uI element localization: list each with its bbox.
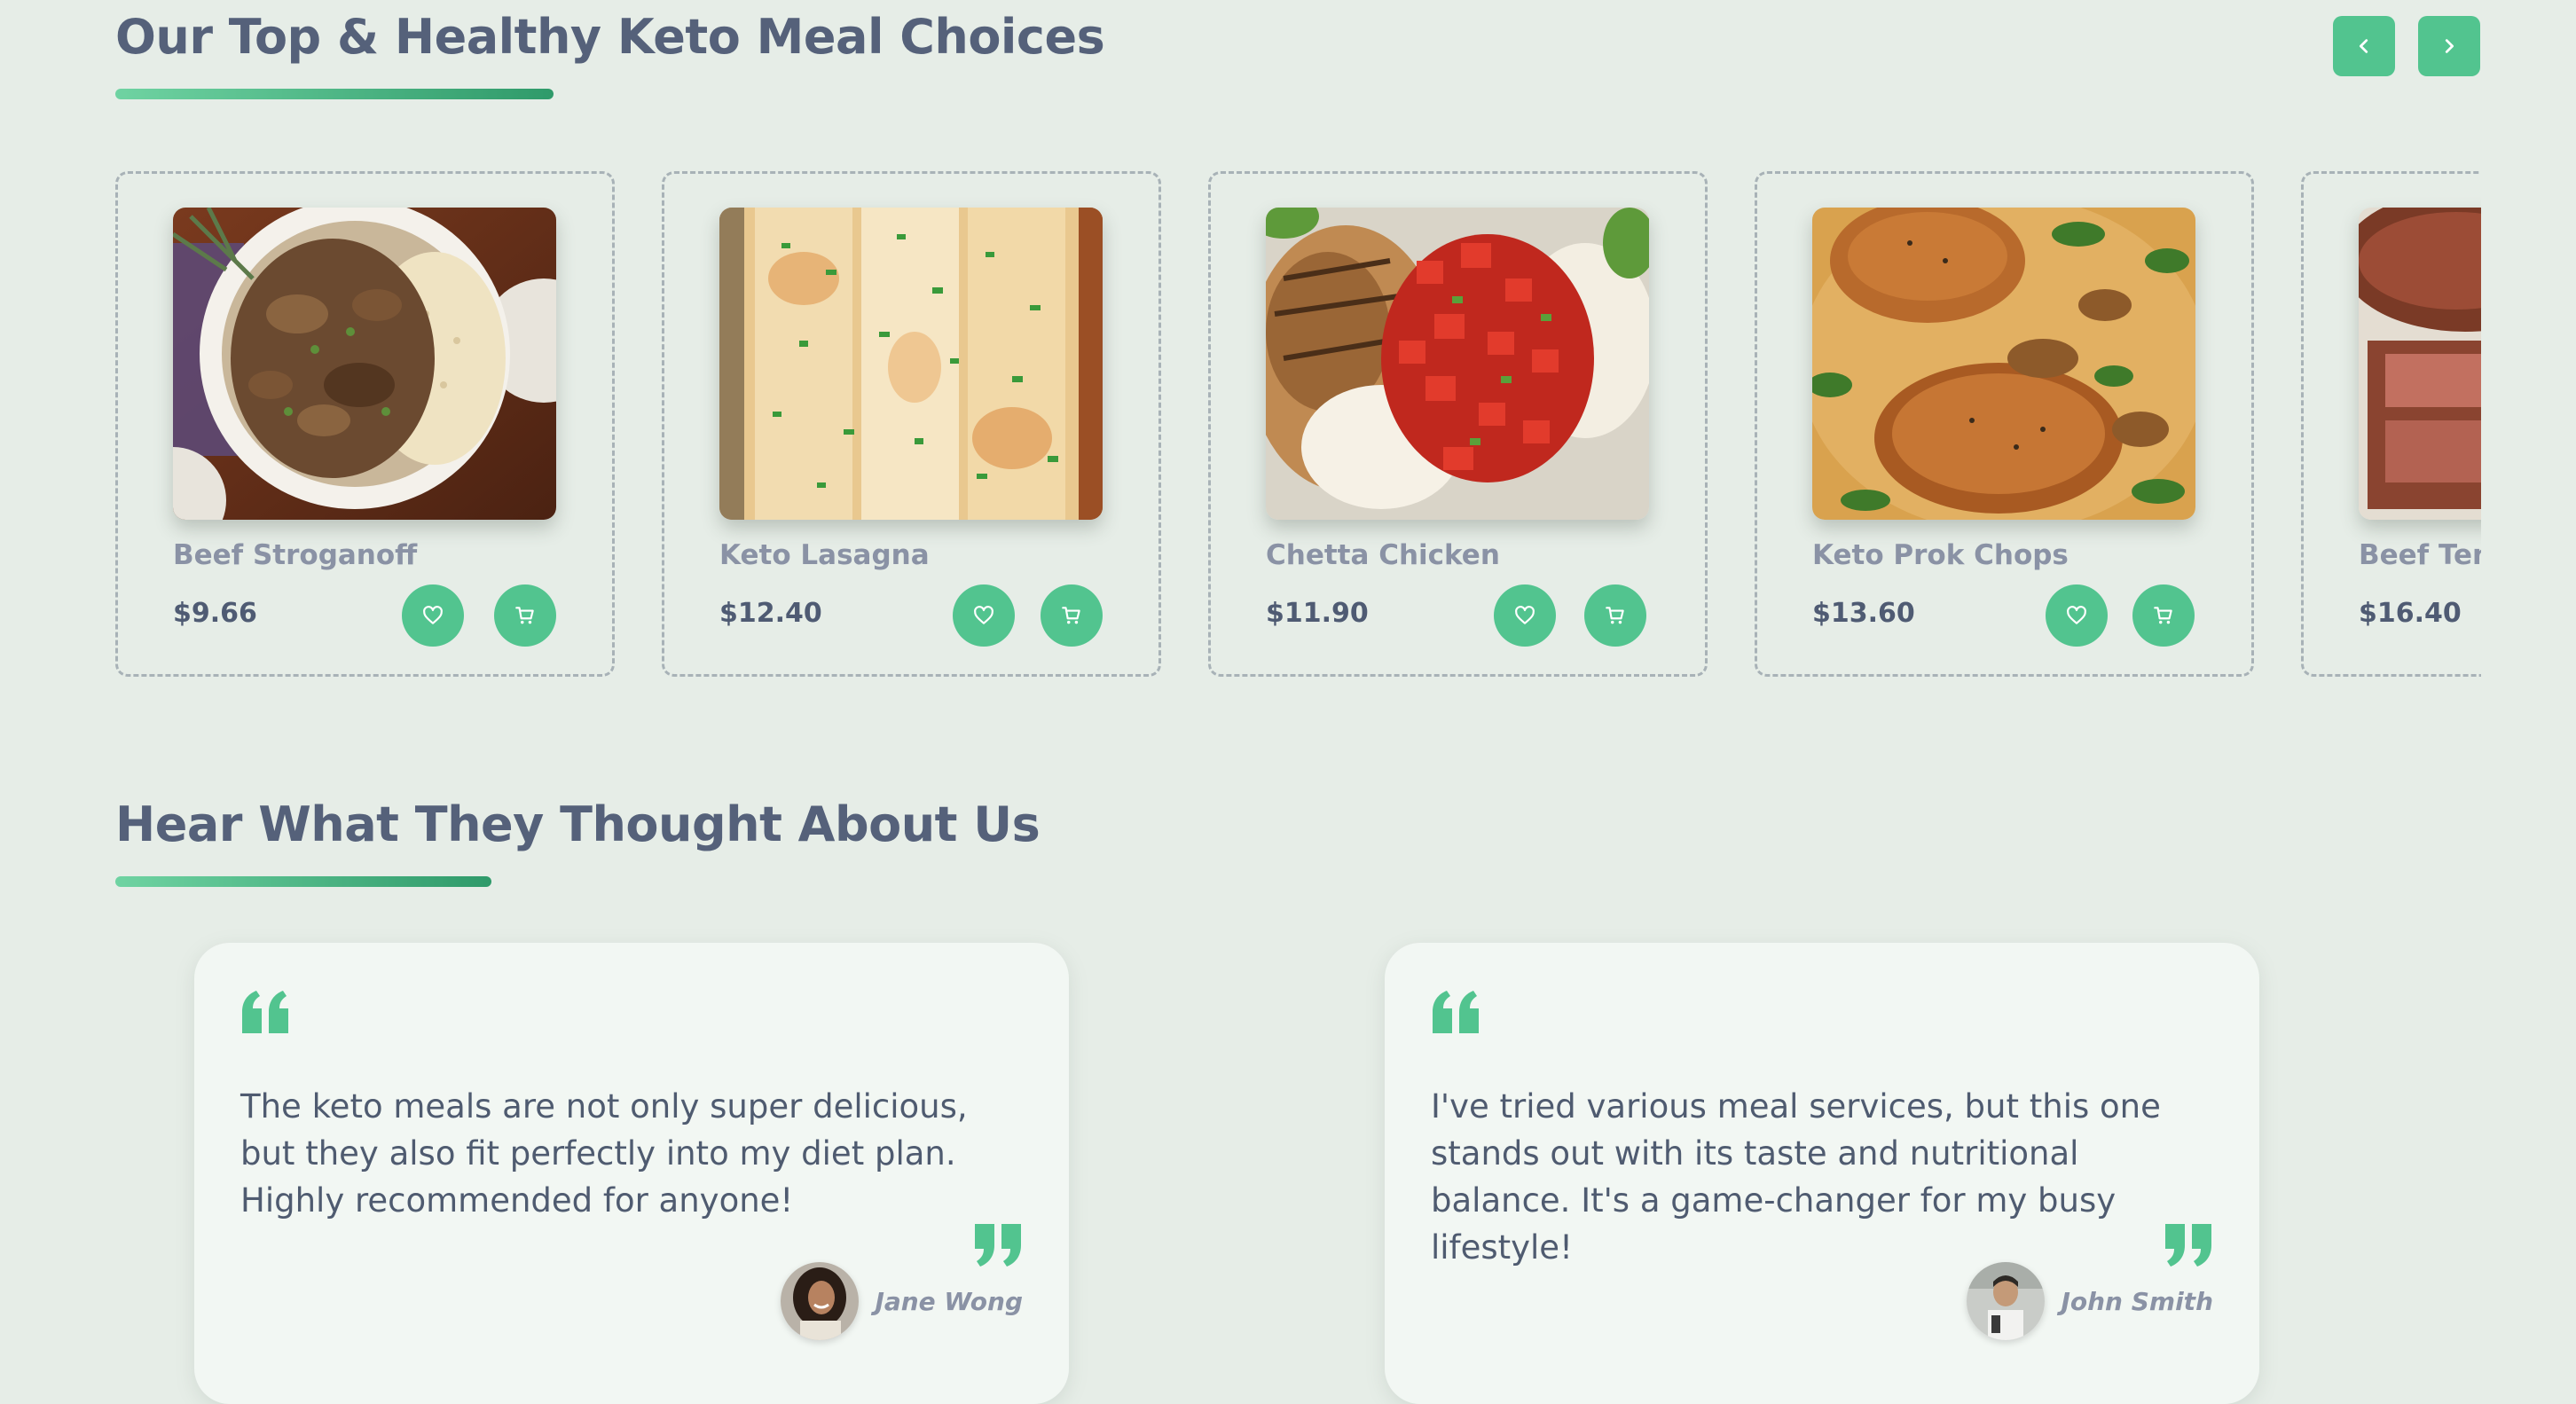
favorite-button[interactable]	[953, 584, 1015, 647]
author-name: Jane Wong	[875, 1286, 1023, 1316]
testimonial-text: I've tried various meal services, but th…	[1431, 1087, 2161, 1267]
favorite-button[interactable]	[2046, 584, 2108, 647]
cart-icon	[515, 607, 534, 624]
avatar	[1967, 1262, 2046, 1340]
carousel-prev-button[interactable]	[2333, 16, 2395, 76]
meal-image-beef-stroganoff	[173, 208, 556, 520]
meal-card[interactable]: Chetta Chicken $11.90	[1208, 171, 1708, 677]
favorite-button[interactable]	[402, 584, 464, 647]
cart-icon	[1606, 607, 1624, 624]
heart-icon	[974, 606, 993, 624]
author-name: John Smith	[2061, 1286, 2213, 1316]
testimonial-author: John Smith	[1967, 1262, 2213, 1340]
add-to-cart-button[interactable]	[2132, 584, 2195, 647]
meal-name: Keto Lasagna	[719, 539, 930, 571]
meal-name: Beef Tenderloin	[2359, 539, 2481, 571]
quote-open-icon	[1433, 991, 1479, 1033]
meal-image-keto-lasagna	[719, 208, 1103, 520]
meal-price: $12.40	[719, 598, 822, 629]
meal-card[interactable]: Beef Tenderloin $16.40	[2301, 171, 2481, 677]
testimonial-text: The keto meals are not only super delici…	[240, 1087, 968, 1220]
meal-name: Beef Stroganoff	[173, 539, 418, 571]
meal-image-chetta-chicken	[1266, 208, 1649, 520]
add-to-cart-button[interactable]	[1584, 584, 1646, 647]
meal-name: Chetta Chicken	[1266, 539, 1500, 571]
meal-price: $16.40	[2359, 598, 2462, 629]
meal-card[interactable]: Keto Lasagna $12.40	[662, 171, 1161, 677]
chevron-right-icon	[2445, 39, 2454, 53]
testimonial-card: The keto meals are not only super delici…	[194, 943, 1069, 1404]
meal-card[interactable]: Beef Stroganoff $9.66	[115, 171, 615, 677]
meal-carousel: Beef Stroganoff $9.66 Keto Lasagna $12.4…	[115, 169, 2481, 683]
meal-card[interactable]: Keto Prok Chops $13.60	[1755, 171, 2254, 677]
testimonials-title-underline	[115, 876, 491, 887]
meal-price: $11.90	[1266, 598, 1369, 629]
carousel-next-button[interactable]	[2418, 16, 2480, 76]
chevron-left-icon	[2359, 39, 2368, 53]
meal-name: Keto Prok Chops	[1812, 539, 2069, 571]
favorite-button[interactable]	[1494, 584, 1556, 647]
quote-open-icon	[242, 991, 288, 1033]
heart-icon	[423, 606, 443, 624]
meals-section-title: Our Top & Healthy Keto Meal Choices	[115, 9, 1105, 65]
cart-icon	[1062, 607, 1080, 624]
testimonial-author: Jane Wong	[781, 1262, 1023, 1340]
cart-icon	[2154, 607, 2172, 624]
heart-icon	[1515, 606, 1535, 624]
meal-image-beef-tenderloin	[2359, 208, 2481, 520]
meal-price: $13.60	[1812, 598, 1915, 629]
meals-title-underline	[115, 89, 554, 99]
testimonials-section-title: Hear What They Thought About Us	[115, 796, 1041, 852]
avatar	[781, 1262, 860, 1340]
testimonial-card: I've tried various meal services, but th…	[1385, 943, 2259, 1404]
heart-icon	[2067, 606, 2086, 624]
meal-image-keto-prok-chops	[1812, 208, 2195, 520]
meal-price: $9.66	[173, 598, 257, 629]
add-to-cart-button[interactable]	[494, 584, 556, 647]
add-to-cart-button[interactable]	[1041, 584, 1103, 647]
